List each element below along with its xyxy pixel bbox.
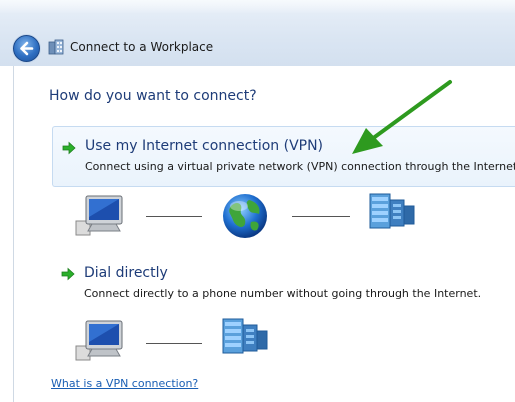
computer-icon bbox=[75, 320, 123, 361]
title-bar: Connect to a Workplace bbox=[0, 0, 515, 66]
back-button[interactable] bbox=[13, 35, 40, 62]
option-vpn[interactable]: Use my Internet connection (VPN) Connect… bbox=[52, 126, 515, 187]
option-dial[interactable]: Dial directly Connect directly to a phon… bbox=[52, 260, 515, 306]
computer-icon bbox=[75, 195, 123, 236]
page-heading: How do you want to connect? bbox=[49, 88, 257, 104]
dial-connector bbox=[146, 343, 202, 344]
server-icon bbox=[222, 318, 268, 354]
workplace-icon bbox=[48, 39, 64, 55]
vpn-connector-2 bbox=[292, 216, 350, 217]
option-dial-description: Connect directly to a phone number witho… bbox=[84, 287, 482, 300]
option-vpn-description: Connect using a virtual private network … bbox=[85, 160, 515, 173]
green-arrow-icon bbox=[61, 267, 75, 281]
window-title: Connect to a Workplace bbox=[70, 40, 214, 54]
server-icon bbox=[369, 193, 415, 229]
globe-icon bbox=[223, 194, 267, 238]
help-link-vpn[interactable]: What is a VPN connection? bbox=[51, 377, 198, 390]
option-vpn-title: Use my Internet connection (VPN) bbox=[85, 138, 324, 154]
option-dial-title: Dial directly bbox=[84, 265, 168, 281]
title-bar-shine bbox=[0, 0, 515, 14]
vpn-connector-1 bbox=[146, 216, 202, 217]
green-arrow-icon bbox=[62, 141, 76, 155]
back-arrow-icon bbox=[20, 41, 34, 56]
